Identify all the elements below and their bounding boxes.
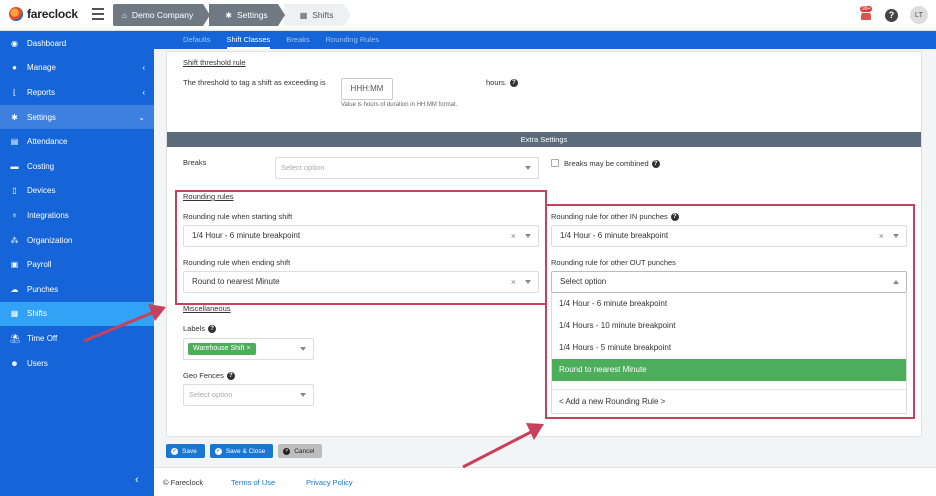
labels-label: Labels?: [183, 324, 217, 334]
save-button[interactable]: ✓ Save: [166, 444, 205, 458]
folder-icon: ▬: [10, 161, 19, 171]
check-icon: ✓: [214, 447, 222, 455]
breaks-combined-label: Breaks may be combined?: [564, 159, 660, 169]
users-icon: ☻: [10, 358, 19, 368]
form-actions: ✓ Save ✓ Save & Close × Cancel: [166, 444, 323, 458]
geo-fences-label: Geo Fences?: [183, 371, 235, 381]
close-icon: ×: [283, 447, 291, 455]
help-button[interactable]: ?: [885, 8, 898, 22]
app-logo[interactable]: fareclock: [9, 7, 78, 21]
beach-icon: ⛱: [10, 333, 21, 343]
help-icon[interactable]: ?: [509, 79, 518, 88]
save-close-button[interactable]: ✓ Save & Close: [209, 444, 274, 458]
tablet-icon: ▯: [12, 186, 17, 196]
threshold-input[interactable]: HHH:MM: [341, 78, 393, 100]
home-icon: ⌂: [122, 10, 127, 20]
chevron-left-icon: ‹: [142, 87, 145, 97]
copyright: © Fareclock: [163, 478, 204, 487]
sidebar-item-integrations[interactable]: ♆ Integrations: [0, 203, 154, 228]
avatar[interactable]: LT: [910, 6, 928, 24]
top-bar: fareclock ⌂ Demo Company ✱ Settings ▦ Sh…: [0, 0, 936, 31]
app-name: fareclock: [27, 7, 78, 21]
help-icon[interactable]: ?: [226, 372, 235, 381]
money-icon: ▣: [10, 260, 19, 270]
sidebar-item-payroll[interactable]: ▣ Payroll: [0, 252, 154, 277]
breaks-select[interactable]: Select option: [275, 157, 539, 179]
tab-defaults[interactable]: Defaults: [175, 31, 219, 49]
breadcrumb-company[interactable]: ⌂ Demo Company: [113, 4, 211, 26]
highlight-box: [545, 204, 915, 419]
chevron-down-icon: [300, 347, 306, 351]
gear-icon: ✱: [11, 112, 18, 122]
notifications-button[interactable]: 99+: [859, 5, 874, 22]
breadcrumb: ⌂ Demo Company ✱ Settings ▦ Shifts: [113, 4, 351, 26]
extra-settings-header: Extra Settings: [167, 132, 921, 147]
collapse-sidebar-icon[interactable]: ‹: [135, 474, 139, 486]
menu-toggle-icon[interactable]: [92, 8, 104, 20]
gear-icon: ✱: [225, 10, 232, 20]
sidebar-item-punches[interactable]: ☁ Punches: [0, 277, 154, 302]
shift-class-form: Shift threshold rule The threshold to ta…: [166, 51, 922, 437]
org-chart-icon: ⁂: [10, 235, 19, 245]
privacy-link[interactable]: Privacy Policy: [306, 478, 353, 487]
cloud-icon: ☁: [10, 284, 19, 294]
highlight-box: [175, 190, 547, 305]
terms-link[interactable]: Terms of Use: [231, 478, 275, 487]
sidebar-item-costing[interactable]: ▬ Costing: [0, 154, 154, 179]
calendar-icon: ▦: [10, 309, 19, 319]
breaks-combined-checkbox[interactable]: [551, 159, 559, 167]
sidebar-item-users[interactable]: ☻ Users: [0, 351, 154, 376]
sidebar-item-attendance[interactable]: ▤ Attendance: [0, 129, 154, 154]
chevron-left-icon: ‹: [142, 63, 145, 73]
grid-icon: ▤: [10, 137, 19, 147]
geo-fences-select[interactable]: Select option: [183, 384, 314, 406]
threshold-unit: hours.?: [486, 78, 518, 88]
sidebar-item-organization[interactable]: ⁂ Organization: [0, 228, 154, 253]
calendar-icon: ▦: [299, 10, 308, 20]
remove-chip-icon[interactable]: ×: [246, 345, 250, 352]
help-icon[interactable]: ?: [208, 325, 217, 334]
sidebar-item-settings[interactable]: ✱ Settings ⌄: [0, 104, 154, 130]
tab-rounding-rules[interactable]: Rounding Rules: [318, 31, 387, 49]
sidebar-item-dashboard[interactable]: ◉ Dashboard: [0, 31, 154, 56]
sidebar-item-reports[interactable]: ⌊ Reports ‹: [0, 80, 154, 105]
plug-icon: ♆: [11, 210, 18, 220]
breadcrumb-settings[interactable]: ✱ Settings: [209, 4, 286, 26]
tab-breaks[interactable]: Breaks: [278, 31, 317, 49]
sidebar-item-shifts[interactable]: ▦ Shifts: [0, 301, 154, 327]
fareclock-logo-icon: [9, 7, 23, 21]
person-icon: ●: [12, 63, 17, 73]
threshold-hint: Value is hours of duration in HH:MM form…: [341, 102, 458, 108]
help-icon[interactable]: ?: [651, 160, 660, 169]
chart-icon: ⌊: [12, 87, 17, 97]
sidebar-item-manage[interactable]: ● Manage ‹: [0, 56, 154, 81]
sidebar: ◉ Dashboard ● Manage ‹ ⌊ Reports ‹ ✱ Settings ⌄…: [0, 31, 154, 496]
check-icon: ✓: [171, 447, 178, 455]
chevron-down-icon: ⌄: [138, 112, 145, 122]
threshold-section-title: Shift threshold rule: [183, 58, 246, 67]
footer: © Fareclock Terms of Use Privacy Policy: [154, 467, 936, 496]
dashboard-icon: ◉: [11, 38, 18, 48]
breadcrumb-shifts: ▦ Shifts: [283, 4, 351, 26]
label-chip[interactable]: Warehouse Shift ×: [188, 343, 256, 355]
misc-section-title: Miscellaneous: [183, 304, 231, 313]
settings-tabs: Defaults Shift Classes Breaks Rounding R…: [154, 31, 936, 49]
breaks-label: Breaks: [183, 158, 207, 167]
sidebar-item-devices[interactable]: ▯ Devices: [0, 179, 154, 204]
notification-badge: 99+: [859, 5, 874, 13]
threshold-label: The threshold to tag a shift as exceedin…: [183, 78, 326, 87]
sidebar-item-time-off[interactable]: ⛱ Time Off: [0, 326, 154, 351]
chevron-down-icon: [300, 393, 306, 397]
tab-shift-classes[interactable]: Shift Classes: [219, 31, 279, 49]
chevron-down-icon: [525, 166, 531, 170]
cancel-button[interactable]: × Cancel: [278, 444, 323, 458]
